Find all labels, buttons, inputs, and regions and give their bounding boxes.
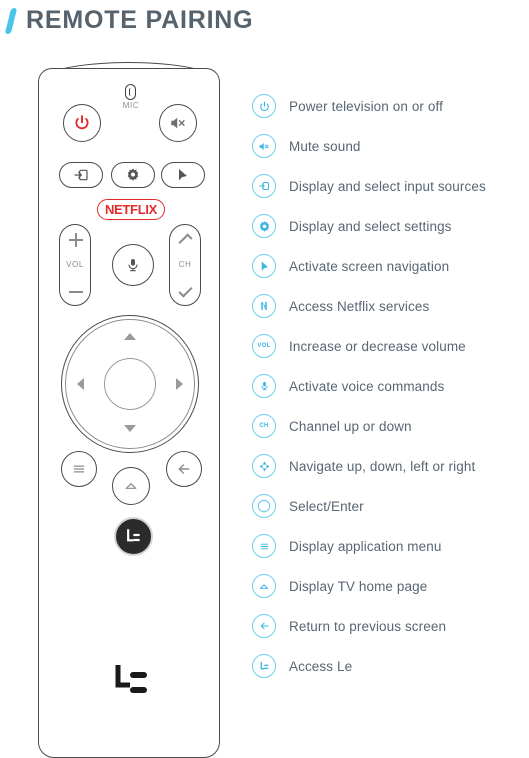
list-item: Display and select input sources bbox=[252, 166, 529, 206]
select-enter-button[interactable] bbox=[104, 358, 156, 410]
netflix-button[interactable]: NETFLIX bbox=[97, 199, 165, 220]
circle-select-icon bbox=[252, 494, 276, 518]
list-item-label: Activate voice commands bbox=[289, 378, 445, 394]
power-button[interactable] bbox=[63, 104, 101, 142]
gear-icon bbox=[127, 168, 139, 181]
mute-button[interactable] bbox=[159, 104, 197, 142]
channel-icon-label: CH bbox=[259, 423, 269, 429]
pointer-button[interactable] bbox=[161, 162, 205, 188]
list-item-label: Power television on or off bbox=[289, 98, 443, 114]
channel-down-icon[interactable] bbox=[178, 283, 193, 298]
mute-speaker-icon bbox=[171, 117, 185, 129]
list-item-label: Return to previous screen bbox=[289, 618, 447, 634]
list-item-label: Increase or decrease volume bbox=[289, 338, 466, 354]
input-source-icon bbox=[252, 174, 276, 198]
list-item: Access Le bbox=[252, 646, 529, 686]
volume-icon-label: VOL bbox=[257, 343, 271, 349]
microphone-icon bbox=[252, 374, 276, 398]
volume-icon: VOL bbox=[252, 334, 276, 358]
dpad-left-arrow-icon[interactable] bbox=[77, 378, 84, 390]
page-title: REMOTE PAIRING bbox=[26, 5, 254, 34]
dpad-right-arrow-icon[interactable] bbox=[176, 378, 183, 390]
volume-rocker-label: VOL bbox=[66, 260, 84, 269]
list-item: Power television on or off bbox=[252, 86, 529, 126]
list-item-label: Access Netflix services bbox=[289, 298, 430, 314]
list-item: Return to previous screen bbox=[252, 606, 529, 646]
list-item: Navigate up, down, left or right bbox=[252, 446, 529, 486]
list-item-label: Display TV home page bbox=[289, 578, 428, 594]
arrow-left-icon bbox=[252, 614, 276, 638]
channel-icon: CH bbox=[252, 414, 276, 438]
input-source-icon bbox=[74, 169, 88, 181]
hamburger-menu-icon bbox=[73, 465, 85, 473]
list-item: Select/Enter bbox=[252, 486, 529, 526]
list-item: Display and select settings bbox=[252, 206, 529, 246]
dpad-arrows-icon bbox=[252, 454, 276, 478]
slash-accent-icon bbox=[2, 5, 24, 35]
power-icon bbox=[252, 94, 276, 118]
list-item-label: Display application menu bbox=[289, 538, 442, 554]
list-item: Mute sound bbox=[252, 126, 529, 166]
channel-up-icon[interactable] bbox=[178, 233, 193, 248]
gear-icon bbox=[252, 214, 276, 238]
volume-down-icon[interactable] bbox=[69, 291, 83, 293]
home-icon bbox=[125, 483, 137, 489]
netflix-n-icon bbox=[252, 294, 276, 318]
microphone-icon bbox=[128, 259, 138, 272]
list-item: Display application menu bbox=[252, 526, 529, 566]
list-item: VOL Increase or decrease volume bbox=[252, 326, 529, 366]
list-item: Access Netflix services bbox=[252, 286, 529, 326]
list-item: CH Channel up or down bbox=[252, 406, 529, 446]
power-icon bbox=[75, 115, 89, 130]
cursor-pointer-icon bbox=[179, 169, 187, 181]
dpad-down-arrow-icon[interactable] bbox=[124, 425, 136, 432]
arrow-left-icon bbox=[178, 464, 190, 474]
page-header: REMOTE PAIRING bbox=[0, 0, 529, 40]
list-item-label: Access Le bbox=[289, 658, 353, 674]
list-item-label: Select/Enter bbox=[289, 498, 364, 514]
hamburger-menu-icon bbox=[252, 534, 276, 558]
menu-button[interactable] bbox=[61, 451, 97, 487]
list-item-label: Mute sound bbox=[289, 138, 361, 154]
settings-button[interactable] bbox=[111, 162, 155, 188]
legend-list: Power television on or off Mute sound Di… bbox=[252, 86, 529, 686]
volume-up-icon[interactable] bbox=[69, 233, 83, 247]
list-item: Display TV home page bbox=[252, 566, 529, 606]
volume-rocker[interactable]: VOL bbox=[59, 224, 91, 306]
voice-button[interactable] bbox=[112, 244, 154, 286]
le-brand-logo-icon bbox=[115, 665, 147, 693]
remote-control-body: MIC NETFLIX VOL CH bbox=[38, 68, 220, 758]
list-item: Activate voice commands bbox=[252, 366, 529, 406]
list-item-label: Navigate up, down, left or right bbox=[289, 458, 476, 474]
channel-rocker-label: CH bbox=[178, 260, 192, 269]
back-button[interactable] bbox=[166, 451, 202, 487]
list-item-label: Channel up or down bbox=[289, 418, 412, 434]
list-item-label: Activate screen navigation bbox=[289, 258, 450, 274]
list-item: Activate screen navigation bbox=[252, 246, 529, 286]
home-icon bbox=[252, 574, 276, 598]
home-button[interactable] bbox=[112, 467, 150, 505]
list-item-label: Display and select input sources bbox=[289, 178, 486, 194]
mic-indicator-label: MIC bbox=[122, 101, 140, 110]
le-button[interactable] bbox=[114, 517, 153, 556]
list-item-label: Display and select settings bbox=[289, 218, 452, 234]
le-logo-icon bbox=[252, 654, 276, 678]
input-source-button[interactable] bbox=[59, 162, 103, 188]
channel-rocker[interactable]: CH bbox=[169, 224, 201, 306]
le-logo-icon bbox=[126, 528, 140, 541]
mute-speaker-icon bbox=[252, 134, 276, 158]
mic-hole-icon bbox=[125, 84, 136, 100]
cursor-pointer-icon bbox=[252, 254, 276, 278]
dpad-up-arrow-icon[interactable] bbox=[124, 333, 136, 340]
